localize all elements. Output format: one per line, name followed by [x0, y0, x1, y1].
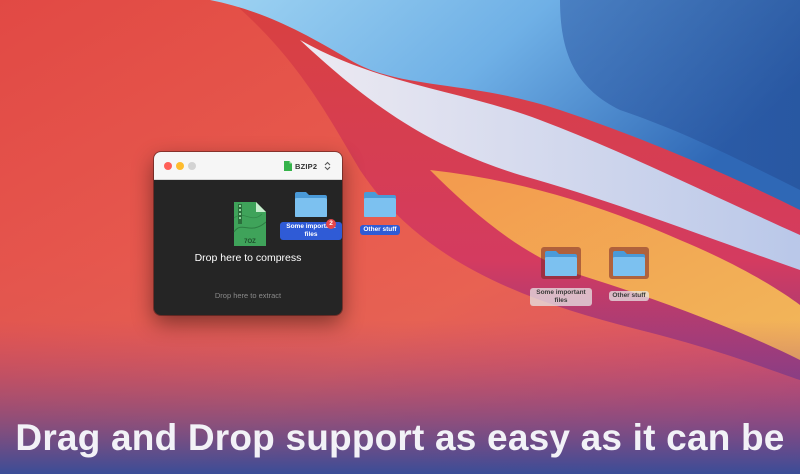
folder-icon: [545, 251, 577, 276]
folder-selection-highlight: [609, 247, 649, 279]
drop-to-extract-zone[interactable]: Drop here to extract: [154, 291, 342, 300]
folder-label: Other stuff: [609, 291, 649, 301]
desktop-wallpaper: [0, 0, 800, 474]
folder-icon: [295, 192, 327, 217]
folder-label: Some important files: [530, 288, 592, 306]
folder-label: Other stuff: [360, 225, 400, 235]
folder-icon: [613, 251, 645, 276]
promo-caption: Drag and Drop support as easy as it can …: [15, 417, 785, 458]
dragged-folder-other-stuff[interactable]: Other stuff: [343, 190, 417, 236]
desktop-folder-other-stuff[interactable]: Other stuff: [592, 247, 666, 302]
close-window-button[interactable]: [164, 162, 172, 170]
archive-format-select[interactable]: BZIP2: [284, 158, 336, 174]
folder-icon: [364, 192, 396, 217]
archive-icon-label: 7OZ: [244, 239, 256, 245]
zip-file-icon: [284, 161, 292, 171]
up-down-chevron-icon: [324, 161, 331, 171]
drop-to-compress-zone[interactable]: Drop here to compress: [154, 252, 342, 264]
zoom-window-button[interactable]: [188, 162, 196, 170]
drag-count-badge: 2: [326, 219, 336, 229]
folder-selection-highlight: [541, 247, 581, 279]
minimize-window-button[interactable]: [176, 162, 184, 170]
window-titlebar[interactable]: BZIP2: [154, 152, 342, 180]
desktop-folder-important-files[interactable]: Some important files: [524, 247, 598, 307]
dragged-folder-important-files[interactable]: Some important files 2: [274, 190, 348, 241]
archive-file-icon: 7OZ: [233, 202, 266, 246]
archive-format-value: BZIP2: [295, 161, 318, 171]
